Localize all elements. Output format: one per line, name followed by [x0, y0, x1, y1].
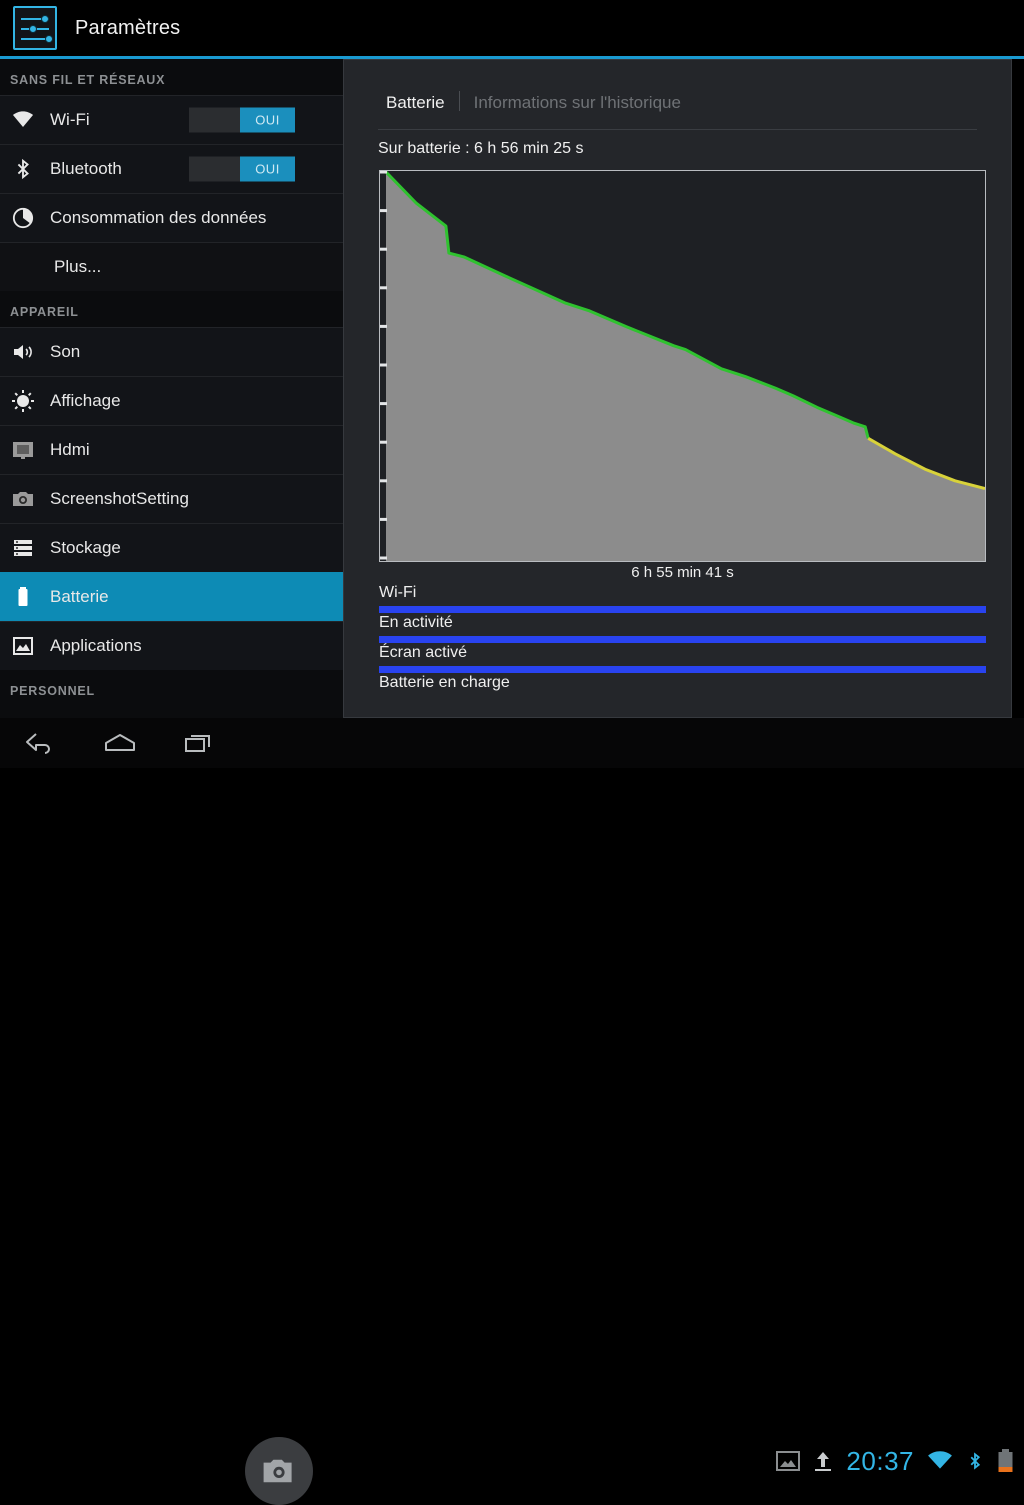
sidebar-item-label: Batterie [50, 587, 109, 606]
sidebar-item-label: Wi-Fi [50, 110, 90, 129]
tab-history-details[interactable]: Informations sur l'historique [474, 93, 681, 113]
sidebar-item-label: Affichage [50, 391, 121, 410]
data-usage-icon [10, 205, 36, 231]
status-clock[interactable]: 20:37 [846, 1446, 914, 1477]
bluetooth-icon [10, 156, 36, 182]
wifi-icon[interactable] [927, 1450, 953, 1472]
timeline-bar [379, 636, 986, 643]
speaker-icon [10, 339, 36, 365]
sidebar-item-hdmi[interactable]: Hdmi [0, 425, 343, 474]
recents-icon [185, 735, 210, 752]
sidebar-item-label: Son [50, 342, 81, 361]
sidebar-item-wifi[interactable]: Wi-Fi OUI [0, 95, 343, 144]
sidebar-item-label: Applications [50, 636, 142, 655]
battery-low-icon[interactable] [997, 1449, 1014, 1473]
sidebar-item-label: ScreenshotSetting [50, 489, 189, 508]
sidebar-item-label: Hdmi [50, 440, 90, 459]
tab-battery[interactable]: Batterie [386, 93, 445, 113]
timeline-row-charging: Batterie en charge [379, 674, 986, 704]
sidebar-item-sound[interactable]: Son [0, 327, 343, 376]
wifi-toggle[interactable]: OUI [189, 107, 295, 133]
sidebar-item-label: Stockage [50, 538, 121, 557]
battery-icon [10, 584, 36, 610]
back-arrow-icon [26, 733, 50, 754]
section-header-wireless: SANS FIL ET RÉSEAUX [10, 73, 166, 87]
sidebar-item-data-usage[interactable]: Consommation des données [0, 193, 343, 242]
timeline-bar [379, 666, 986, 673]
sidebar-item-label: Bluetooth [50, 159, 122, 178]
bluetooth-toggle-state: OUI [240, 156, 295, 182]
timeline-label: En activité [379, 614, 453, 631]
title-bar: Paramètres [0, 0, 1024, 56]
battery-timeline: Wi-Fi En activité Écran activé Batterie … [379, 584, 986, 704]
sidebar-item-storage[interactable]: Stockage [0, 523, 343, 572]
battery-content-panel: Batterie Informations sur l'historique S… [343, 59, 1012, 718]
header-divider [378, 129, 977, 130]
battery-chart-svg [380, 171, 985, 561]
timeline-label: Batterie en charge [379, 674, 510, 691]
recents-button[interactable] [160, 718, 240, 768]
timeline-row-active: En activité [379, 614, 986, 644]
screenshot-button[interactable] [245, 1437, 313, 1505]
wifi-toggle-state: OUI [240, 107, 295, 133]
back-button[interactable] [0, 718, 80, 768]
section-header-personal: PERSONNEL [10, 684, 95, 698]
home-button[interactable] [80, 718, 160, 768]
on-battery-duration: Sur batterie : 6 h 56 min 25 s [378, 140, 584, 157]
content-tabs[interactable]: Batterie Informations sur l'historique [344, 60, 1011, 113]
section-header-device: APPAREIL [10, 305, 79, 319]
sidebar-item-battery[interactable]: Batterie [0, 572, 343, 621]
sidebar-item-label: Consommation des données [50, 208, 267, 227]
camera-icon [263, 1459, 292, 1483]
timeline-label: Wi-Fi [379, 584, 417, 601]
sidebar-item-bluetooth[interactable]: Bluetooth OUI [0, 144, 343, 193]
hdmi-screen-icon [10, 437, 36, 463]
sidebar-item-more[interactable]: Plus... [0, 242, 343, 291]
sidebar-item-label: Plus... [54, 257, 102, 276]
brightness-icon [10, 388, 36, 414]
image-icon[interactable] [776, 1450, 801, 1472]
upload-arrow-icon[interactable] [813, 1450, 833, 1472]
chart-x-axis-label: 6 h 55 min 41 s [631, 564, 734, 581]
timeline-row-screen-on: Écran activé [379, 644, 986, 674]
settings-sliders-icon [13, 6, 57, 50]
wifi-icon [10, 107, 36, 133]
navigation-bar[interactable]: 20:37 [0, 718, 1024, 1505]
settings-sidebar[interactable]: SANS FIL ET RÉSEAUX Wi-Fi OUI Bluetooth … [0, 59, 343, 718]
timeline-bar [379, 606, 986, 613]
home-icon [105, 734, 135, 751]
timeline-label: Écran activé [379, 644, 468, 661]
sidebar-item-display[interactable]: Affichage [0, 376, 343, 425]
storage-icon [10, 535, 36, 561]
battery-level-chart [379, 170, 986, 562]
status-bar[interactable]: 20:37 [776, 1436, 1014, 1486]
page-title: Paramètres [75, 16, 181, 39]
applications-icon [10, 633, 36, 659]
camera-icon [10, 486, 36, 512]
sidebar-item-screenshotsetting[interactable]: ScreenshotSetting [0, 474, 343, 523]
timeline-row-wifi: Wi-Fi [379, 584, 986, 614]
tab-divider [458, 91, 460, 111]
sidebar-item-applications[interactable]: Applications [0, 621, 343, 670]
bluetooth-toggle[interactable]: OUI [189, 156, 295, 182]
bluetooth-icon[interactable] [966, 1450, 984, 1472]
